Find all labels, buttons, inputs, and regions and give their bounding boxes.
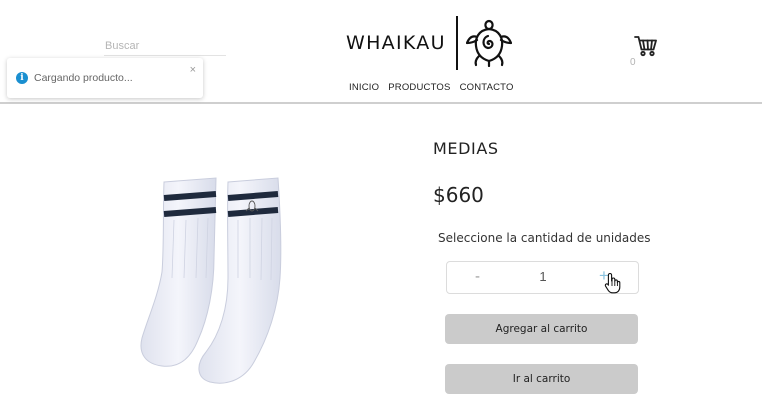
loading-toast: i Cargando producto... × — [7, 58, 203, 98]
add-to-cart-button[interactable]: Agregar al carrito — [445, 314, 638, 344]
toast-message: Cargando producto... — [34, 72, 133, 84]
info-icon: i — [16, 72, 28, 84]
cart-icon[interactable] — [634, 35, 658, 57]
cart-count: 0 — [630, 57, 636, 68]
close-icon[interactable]: × — [190, 64, 196, 76]
search-box[interactable] — [104, 36, 226, 56]
nav-item-inicio[interactable]: INICIO — [349, 82, 379, 93]
brand-name: WHAIKAU — [346, 32, 446, 54]
brand-logo[interactable]: WHAIKAU — [346, 14, 512, 72]
logo-divider — [455, 16, 458, 70]
quantity-value: 1 — [539, 269, 547, 284]
turtle-icon — [465, 19, 512, 67]
search-input[interactable] — [104, 36, 226, 56]
socks-image — [140, 177, 282, 384]
hand-cursor-icon — [604, 272, 621, 294]
nav-item-contacto[interactable]: CONTACTO — [460, 82, 514, 93]
quantity-label: Seleccione la cantidad de unidades — [438, 231, 651, 245]
header-divider — [0, 102, 762, 104]
main-nav: INICIO PRODUCTOS CONTACTO — [349, 82, 514, 93]
product-price: $660 — [433, 183, 484, 207]
nav-item-productos[interactable]: PRODUCTOS — [388, 82, 450, 93]
go-to-cart-button[interactable]: Ir al carrito — [445, 364, 638, 394]
product-title: MEDIAS — [433, 139, 499, 158]
decrement-button[interactable]: - — [475, 268, 480, 285]
